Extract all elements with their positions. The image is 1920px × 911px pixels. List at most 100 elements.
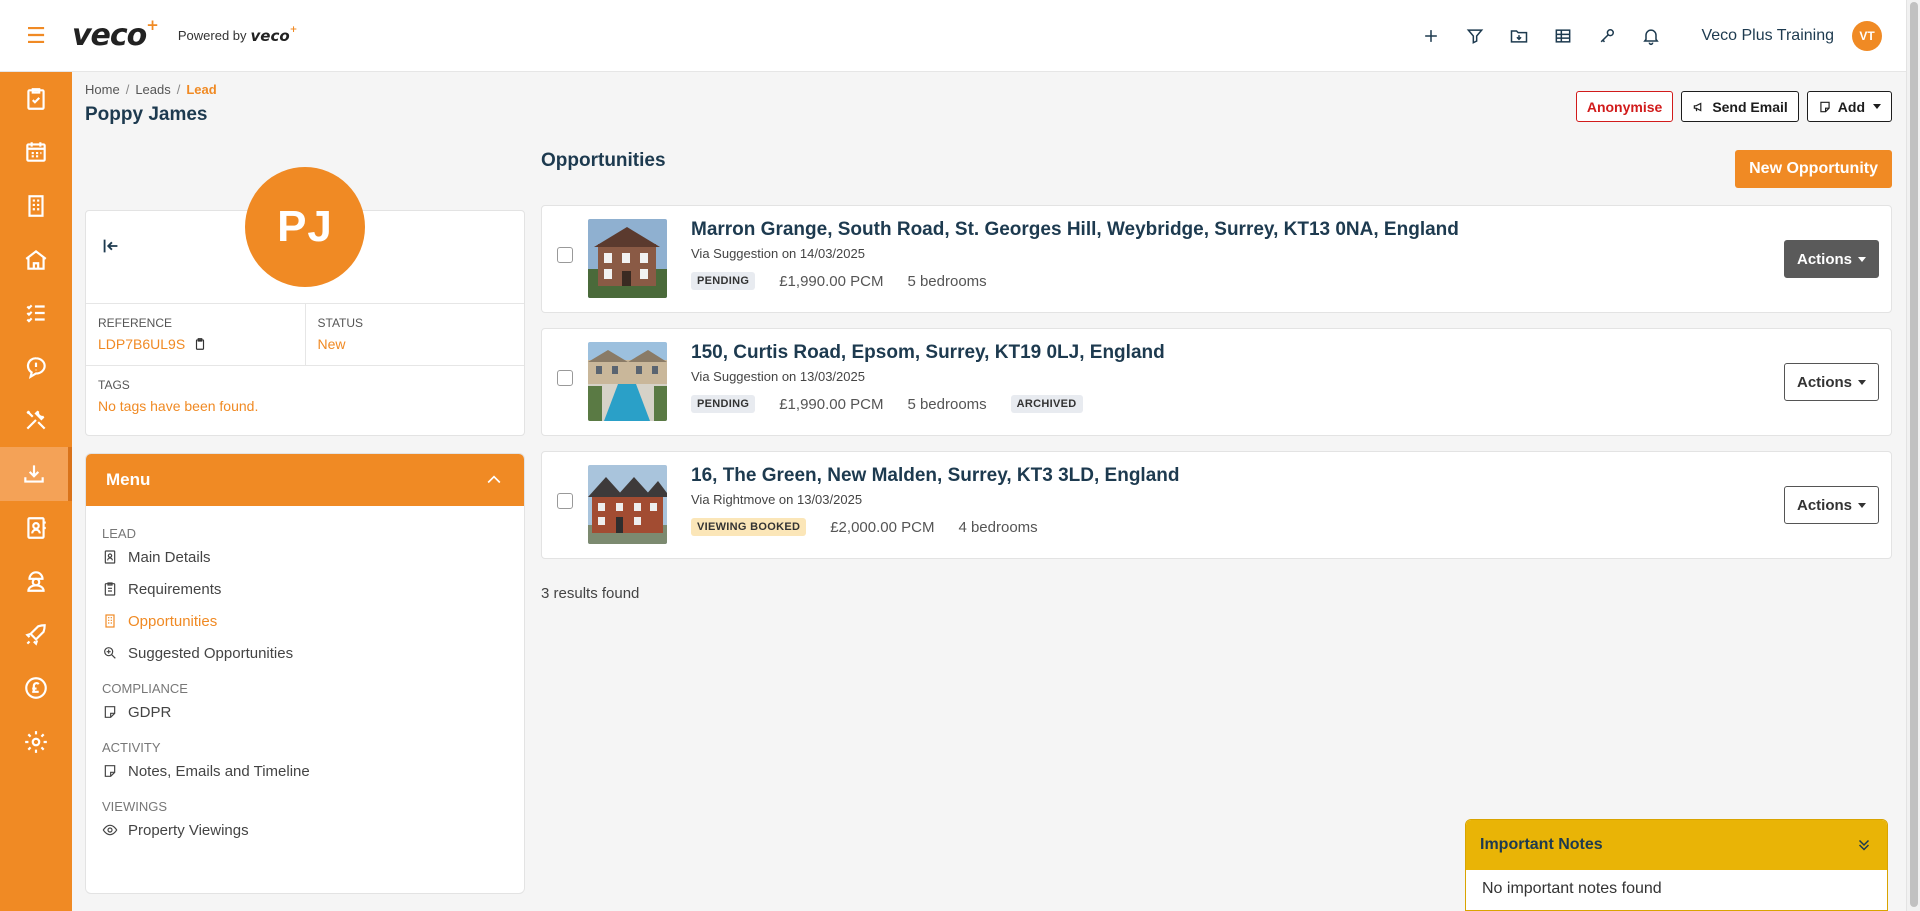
menu-item-suggested-opportunities[interactable]: Suggested Opportunities [102, 637, 508, 669]
reference-value-wrap: LDP7B6UL9S [98, 336, 293, 352]
plus-icon[interactable] [1411, 16, 1451, 56]
sidebar-item-contractors[interactable] [0, 554, 72, 608]
actions-dropdown-button[interactable]: Actions [1783, 240, 1879, 278]
building-icon [105, 614, 115, 628]
opportunity-checkbox[interactable] [557, 370, 573, 386]
sidebar-item-finance[interactable] [0, 662, 72, 716]
menu-section-lead: LEAD [102, 526, 136, 541]
opportunity-checkbox[interactable] [557, 493, 573, 509]
status-badge: VIEWING BOOKED [691, 518, 807, 536]
user-name[interactable]: Veco Plus Training [1701, 27, 1834, 45]
opportunity-bedrooms: 5 bedrooms [907, 395, 987, 413]
status-badge: PENDING [691, 272, 756, 290]
property-photo[interactable] [588, 219, 667, 298]
opportunity-price: £1,990.00 PCM [779, 395, 884, 413]
gear-icon [25, 731, 47, 753]
top-right-tools: Veco Plus Training VT [1407, 16, 1882, 56]
note-icon [104, 765, 116, 777]
sidebar-item-settings[interactable] [0, 715, 72, 769]
opportunity-address[interactable]: 150, Curtis Road, Epsom, Surrey, KT19 0L… [691, 342, 1165, 364]
page-scrollbar[interactable] [1906, 0, 1920, 911]
menu-item-opportunities[interactable]: Opportunities [102, 605, 508, 637]
opportunity-meta: PENDING £1,990.00 PCM 5 bedrooms ARCHIVE… [691, 395, 1083, 413]
filter-icon[interactable] [1455, 16, 1495, 56]
opportunity-price: £1,990.00 PCM [779, 272, 884, 290]
scroll-thumb[interactable] [1910, 2, 1918, 907]
important-notes-title: Important Notes [1480, 836, 1603, 853]
sidebar-item-tasks[interactable] [0, 72, 72, 126]
menu-header[interactable]: Menu [86, 454, 524, 506]
breadcrumb-leads[interactable]: Leads [135, 82, 170, 97]
property-photo[interactable] [588, 342, 667, 421]
menu-item-gdpr-label: GDPR [128, 703, 172, 721]
sidebar-item-calendar[interactable] [0, 126, 72, 180]
sidebar-item-checklist[interactable] [0, 286, 72, 340]
key-icon[interactable] [1587, 16, 1627, 56]
property-photo[interactable] [588, 465, 667, 544]
veco-logo[interactable]: veco+ [72, 16, 159, 53]
menu-body: LEAD Main Details Requirements Opportuni… [86, 506, 524, 858]
sidebar-item-maintenance[interactable] [0, 394, 72, 448]
anonymise-button[interactable]: Anonymise [1575, 91, 1674, 122]
building-icon [28, 195, 44, 217]
opportunity-checkbox[interactable] [557, 247, 573, 263]
sidebar-item-contacts[interactable] [0, 501, 72, 555]
sidebar-item-alerts[interactable] [0, 340, 72, 394]
copy-clipboard-icon[interactable] [193, 337, 207, 351]
chevron-down-icon [1858, 379, 1866, 385]
powered-by-logo: veco+ [250, 24, 298, 45]
bell-icon[interactable] [1631, 16, 1671, 56]
actions-dropdown-button[interactable]: Actions [1783, 486, 1879, 524]
clipboard-check-icon [27, 87, 45, 110]
powered-by: Powered by veco+ [178, 24, 298, 45]
menu-item-requirements[interactable]: Requirements [102, 573, 508, 605]
opportunity-address[interactable]: 16, The Green, New Malden, Surrey, KT3 3… [691, 465, 1180, 487]
status-label: STATUS [317, 316, 364, 330]
sidebar-item-properties[interactable] [0, 233, 72, 287]
collapse-panel-icon[interactable] [100, 235, 126, 261]
opportunity-card: Marron Grange, South Road, St. Georges H… [541, 205, 1892, 313]
menu-item-property-viewings[interactable]: Property Viewings [102, 814, 508, 846]
sidebar-item-buildings[interactable] [0, 179, 72, 233]
add-dropdown-button[interactable]: Add [1806, 91, 1892, 122]
menu-item-main-details-label: Main Details [128, 548, 211, 566]
menu-item-opportunities-label: Opportunities [128, 612, 218, 630]
address-book-icon [27, 516, 46, 539]
anonymise-label: Anonymise [1586, 98, 1663, 115]
opportunity-price: £2,000.00 PCM [830, 518, 935, 536]
status-value: New [317, 336, 346, 352]
menu-item-gdpr[interactable]: GDPR [102, 696, 508, 728]
sidebar-item-marketing[interactable] [0, 608, 72, 662]
results-count: 3 results found [541, 585, 640, 602]
menu-item-suggested-label: Suggested Opportunities [128, 644, 294, 662]
table-icon[interactable] [1543, 16, 1583, 56]
lead-menu-card: Menu LEAD Main Details Requirements Oppo… [85, 453, 525, 894]
note-icon [104, 706, 116, 718]
actions-label: Actions [1796, 496, 1852, 514]
hamburger-menu-icon[interactable]: ☰ [0, 0, 72, 72]
sidebar-item-leads[interactable] [0, 447, 72, 501]
chevron-down-icon [1858, 256, 1866, 262]
actions-label: Actions [1796, 250, 1852, 268]
new-opportunity-button[interactable]: New Opportunity [1735, 150, 1892, 188]
opportunity-card: 150, Curtis Road, Epsom, Surrey, KT19 0L… [541, 328, 1892, 436]
important-notes-header[interactable]: Important Notes [1466, 820, 1887, 870]
user-avatar[interactable]: VT [1852, 20, 1882, 51]
menu-section-viewings: VIEWINGS [102, 799, 168, 814]
opportunity-address[interactable]: Marron Grange, South Road, St. Georges H… [691, 219, 1459, 241]
actions-label: Actions [1796, 373, 1852, 391]
menu-item-notes-emails-timeline[interactable]: Notes, Emails and Timeline [102, 755, 508, 787]
top-bar: ☰ veco+ Powered by veco+ Veco Plus Train… [0, 0, 1906, 72]
speech-alert-icon [26, 357, 46, 379]
download-tray-icon [24, 465, 44, 483]
lead-avatar: PJ [245, 167, 365, 287]
opportunity-card: 16, The Green, New Malden, Surrey, KT3 3… [541, 451, 1892, 559]
chevron-up-icon[interactable] [484, 470, 504, 490]
send-email-button[interactable]: Send Email [1681, 91, 1799, 122]
menu-item-main-details[interactable]: Main Details [102, 541, 508, 573]
actions-dropdown-button[interactable]: Actions [1783, 363, 1879, 401]
folder-download-icon[interactable] [1499, 16, 1539, 56]
tags-row: TAGS No tags have been found. [86, 365, 524, 426]
breadcrumb-home[interactable]: Home [85, 82, 120, 97]
double-chevron-down-icon[interactable] [1855, 836, 1873, 854]
